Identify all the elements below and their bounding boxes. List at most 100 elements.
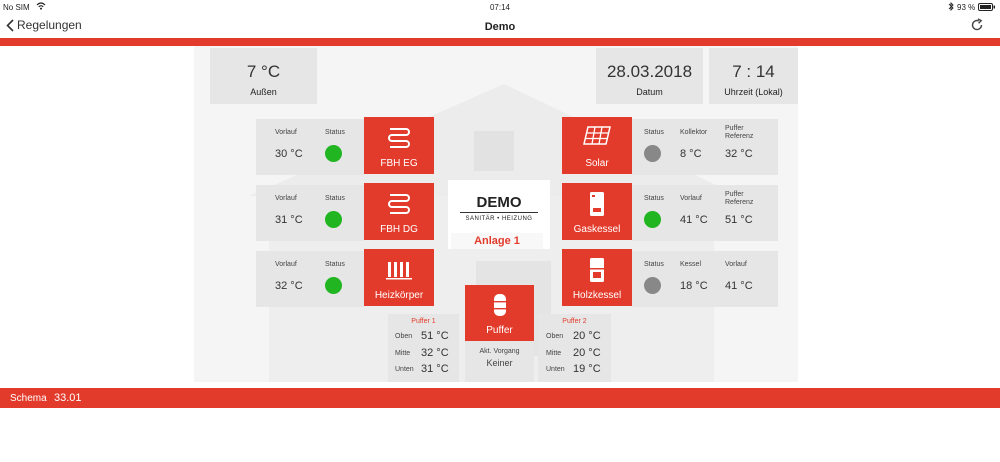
status-indicator-off — [644, 145, 661, 162]
status-indicator-on — [325, 277, 342, 294]
puffer-action-panel: Akt. Vorgang Keiner — [465, 341, 534, 382]
puffer-row-label: Oben — [546, 333, 564, 340]
buffer-tank-icon — [493, 294, 506, 316]
producer-header-3: Puffer Referenz — [725, 125, 754, 140]
puffer-row-value: 31 °C — [421, 363, 449, 375]
producer-header-status: Status — [644, 195, 664, 202]
circuit-tile-fbh-eg[interactable]: FBH EG — [364, 117, 434, 174]
producer-tile-label: Gaskessel — [573, 224, 621, 235]
status-indicator-on — [644, 211, 661, 228]
producer-value-3: 32 °C — [725, 148, 753, 160]
navigation-bar: Regelungen Demo — [0, 14, 1000, 39]
puffer-row-label: Mitte — [395, 350, 411, 357]
puffer-row-label: Unten — [395, 366, 414, 373]
header-accent-bar — [0, 38, 1000, 46]
circuit-data-panel: Vorlauf Status 32 °C — [256, 251, 364, 307]
puffer-row-value: 51 °C — [421, 330, 449, 342]
producer-data-panel: Status Kessel Vorlauf 18 °C 41 °C — [632, 251, 778, 307]
puffer-row-value: 20 °C — [573, 347, 601, 359]
circuit-tile-fbh-dg[interactable]: FBH DG — [364, 183, 434, 240]
producer-tile-gaskessel[interactable]: Gaskessel — [562, 183, 632, 240]
circuit-vorlauf-value: 31 °C — [275, 214, 303, 226]
producer-data-panel: Status Vorlauf Puffer Referenz 41 °C 51 … — [632, 185, 778, 241]
producer-header-2: Kessel — [680, 261, 702, 268]
circuit-tile-heizkoerper[interactable]: Heizkörper — [364, 249, 434, 306]
puffer-row-value: 32 °C — [421, 347, 449, 359]
page-title: Demo — [484, 21, 516, 33]
puffer-tile[interactable]: Puffer — [465, 285, 534, 341]
date-label: Datum — [636, 87, 663, 97]
logo-brand: DEMO — [476, 194, 522, 211]
solar-panel-icon — [583, 126, 611, 145]
producer-value-3: 51 °C — [725, 214, 753, 226]
producer-header-status: Status — [644, 261, 664, 268]
outside-temp-label: Außen — [250, 87, 277, 97]
refresh-icon — [971, 18, 983, 31]
footer-value: 33.01 — [54, 392, 82, 404]
producer-header-2: Kollektor — [680, 129, 708, 136]
producer-value-2: 18 °C — [680, 280, 708, 292]
producer-tile-label: Solar — [585, 158, 609, 169]
puffer-tile-label: Puffer — [486, 325, 513, 336]
puffer-2-title: Puffer 2 — [562, 318, 587, 325]
circuit-header-status: Status — [325, 261, 345, 268]
puffer-row-label: Mitte — [546, 350, 562, 357]
circuit-data-panel: Vorlauf Status 30 °C — [256, 119, 364, 175]
footer-bar: Schema 33.01 — [0, 388, 1000, 408]
refresh-button[interactable] — [970, 18, 984, 37]
circuit-vorlauf-value: 32 °C — [275, 280, 303, 292]
puffer-2-panel: Puffer 2 Oben 20 °C Mitte 20 °C Unten 19… — [538, 314, 611, 382]
producer-value-2: 8 °C — [680, 148, 702, 160]
circuit-header-vorlauf: Vorlauf — [275, 129, 297, 136]
status-indicator-on — [325, 211, 342, 228]
time-label: Uhrzeit (Lokal) — [724, 87, 783, 97]
status-indicator-on — [325, 145, 342, 162]
producer-tile-label: Holzkessel — [572, 290, 622, 301]
puffer-1-panel: Puffer 1 Oben 51 °C Mitte 32 °C Unten 31… — [388, 314, 459, 382]
floor-heating-icon — [388, 128, 410, 148]
producer-header-3: Puffer Referenz — [725, 191, 754, 206]
producer-header-status: Status — [644, 129, 664, 136]
producer-tile-solar[interactable]: Solar — [562, 117, 632, 174]
circuit-header-vorlauf: Vorlauf — [275, 195, 297, 202]
circuit-data-panel: Vorlauf Status 31 °C — [256, 185, 364, 241]
wood-boiler-icon — [590, 258, 604, 282]
footer-label: Schema — [10, 393, 47, 404]
schema-canvas: 7 °C Außen 28.03.2018 Datum 7 : 14 Uhrze… — [194, 46, 798, 382]
producer-header-3: Vorlauf — [725, 261, 747, 268]
producer-data-panel: Status Kollektor Puffer Referenz 8 °C 32… — [632, 119, 778, 175]
battery-percent: 93 % — [957, 3, 976, 12]
circuit-header-vorlauf: Vorlauf — [275, 261, 297, 268]
producer-value-3: 41 °C — [725, 280, 753, 292]
battery-icon — [978, 3, 996, 13]
clock: 07:14 — [489, 3, 511, 12]
radiator-icon — [386, 262, 412, 280]
logo-tagline: SANITÄR • HEIZUNG — [465, 216, 533, 222]
circuit-tile-label: FBH EG — [380, 158, 418, 169]
floor-heating-icon — [388, 194, 410, 214]
producer-value-2: 41 °C — [680, 214, 708, 226]
puffer-row-value: 20 °C — [573, 330, 601, 342]
outside-temp-value: 7 °C — [246, 62, 281, 81]
bluetooth-icon — [948, 1, 954, 13]
status-indicator-off — [644, 277, 661, 294]
circuit-header-status: Status — [325, 195, 345, 202]
gas-boiler-icon — [590, 192, 604, 216]
plant-name: Anlage 1 — [451, 233, 543, 249]
time-value: 7 : 14 — [732, 62, 775, 81]
puffer-row-label: Oben — [395, 333, 413, 340]
producer-header-2: Vorlauf — [680, 195, 702, 202]
producer-tile-holzkessel[interactable]: Holzkessel — [562, 249, 632, 306]
puffer-row-label: Unten — [546, 366, 565, 373]
status-bar: No SIM 07:14 93 % — [0, 0, 1000, 14]
date-panel: 28.03.2018 Datum — [596, 48, 703, 104]
time-panel: 7 : 14 Uhrzeit (Lokal) — [709, 48, 798, 104]
puffer-1-title: Puffer 1 — [411, 318, 436, 325]
logo-divider — [460, 212, 538, 213]
puffer-action-value: Keiner — [486, 358, 513, 368]
circuit-vorlauf-value: 30 °C — [275, 148, 303, 160]
puffer-row-value: 19 °C — [573, 363, 601, 375]
puffer-action-label: Akt. Vorgang — [479, 348, 520, 355]
date-value: 28.03.2018 — [606, 62, 693, 81]
circuit-tile-label: Heizkörper — [374, 290, 424, 301]
